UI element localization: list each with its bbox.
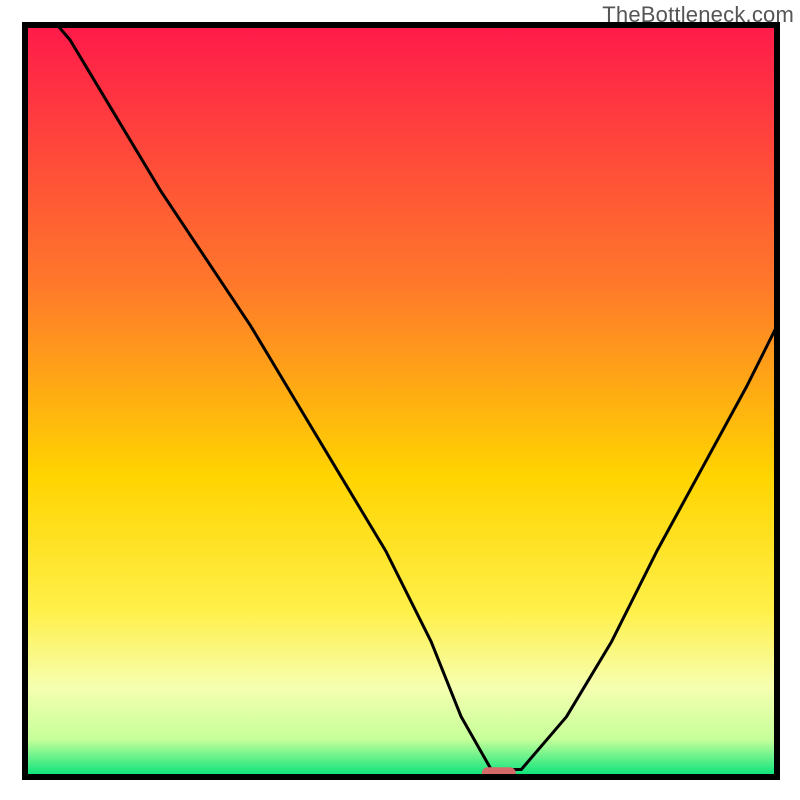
- watermark-text: TheBottleneck.com: [602, 2, 794, 28]
- plot-background: [25, 25, 777, 777]
- chart-container: TheBottleneck.com: [0, 0, 800, 800]
- chart-svg: [0, 0, 800, 800]
